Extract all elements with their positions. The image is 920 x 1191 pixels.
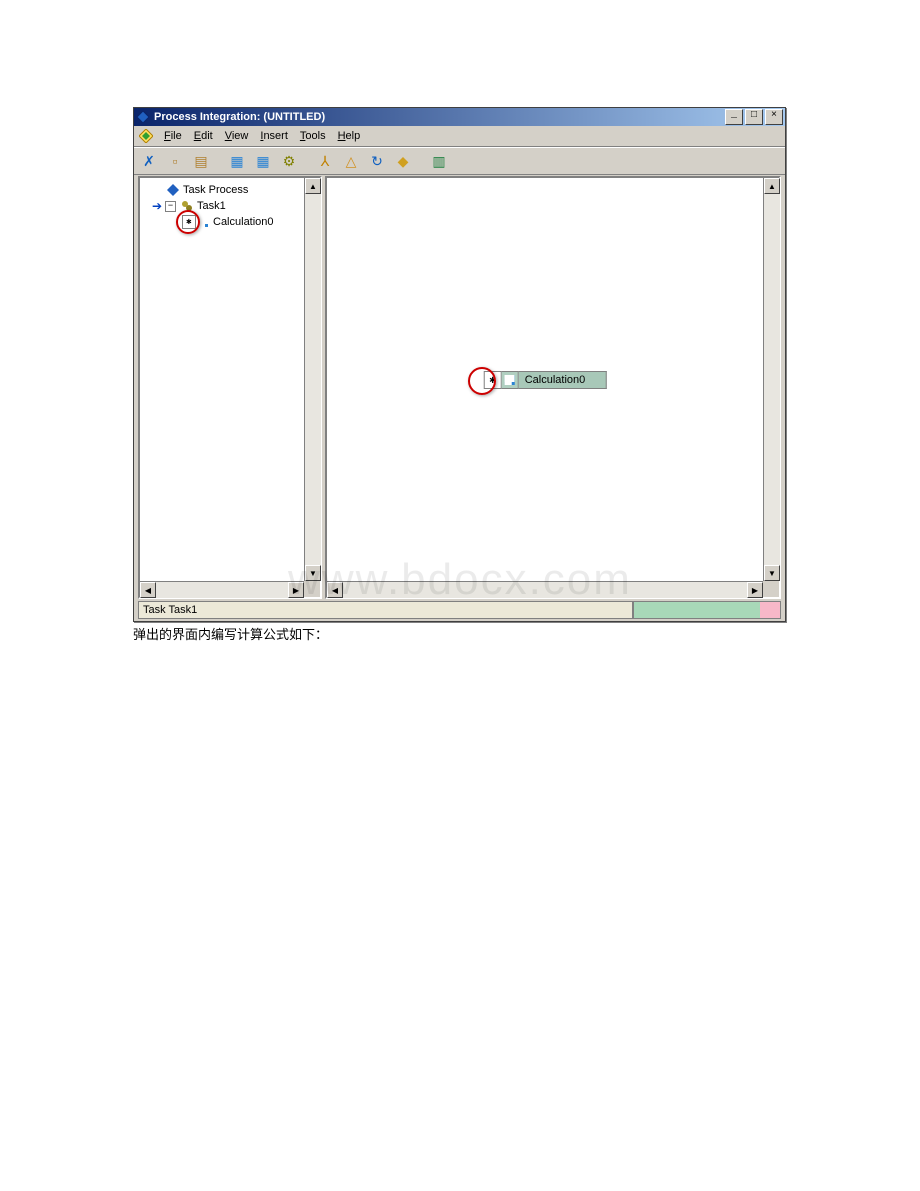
grid-icon[interactable]: ▦ (252, 150, 274, 172)
status-progress (633, 601, 781, 619)
window-title: Process Integration: (UNTITLED) (154, 111, 725, 123)
toolbar-separator (216, 151, 222, 171)
diamond-icon: ◆ (398, 154, 409, 168)
gears-icon (180, 199, 194, 213)
scroll-corner (763, 581, 779, 597)
save-icon: ▤ (194, 154, 207, 168)
scroll-track[interactable] (343, 582, 747, 598)
scroll-up-icon[interactable]: ▲ (764, 178, 780, 194)
menubar-app-icon (138, 128, 154, 144)
tree-node-label: Calculation0 (213, 216, 274, 228)
scroll-down-icon[interactable]: ▼ (764, 565, 780, 581)
node-port-icon[interactable]: ✱ (484, 371, 502, 389)
x-icon: ✗ (143, 154, 155, 168)
app-window: Process Integration: (UNTITLED) _ □ × Fi… (133, 107, 786, 622)
tree-node-task[interactable]: ➔ − Task1 (152, 198, 302, 214)
current-arrow-icon: ➔ (152, 200, 164, 212)
scroll-left-icon[interactable]: ◀ (140, 582, 156, 598)
canvas-vscroll[interactable]: ▲ ▼ (763, 178, 780, 581)
process-icon (166, 183, 180, 197)
tree-hscroll[interactable]: ◀ ▶ (140, 581, 304, 598)
tree-icon: ⅄ (321, 154, 330, 168)
canvas-hscroll[interactable]: ◀ ▶ (327, 581, 763, 598)
tree-vscroll[interactable]: ▲ ▼ (304, 178, 321, 581)
calc-grid-icon (196, 215, 210, 229)
canvas-pane: ✱ Calculation0 ▲ ▼ (325, 176, 781, 599)
canvas-node-calculation[interactable]: ✱ Calculation0 (484, 371, 607, 389)
refresh-icon: ↻ (371, 154, 383, 168)
tree-icon[interactable]: ⅄ (314, 150, 336, 172)
gears-icon[interactable]: ⚙ (278, 150, 300, 172)
new-icon: ▫ (173, 154, 178, 168)
maximize-button[interactable]: □ (745, 109, 763, 125)
scroll-right-icon[interactable]: ▶ (747, 582, 763, 598)
toolbar: ✗ ▫ ▤ ▦ ▦ ⚙ ⅄ △ ↻ ◆ ▥ (134, 147, 785, 175)
tree-node-root[interactable]: Task Process (166, 182, 302, 198)
status-text: Task Task1 (138, 601, 633, 619)
scroll-up-icon[interactable]: ▲ (305, 178, 321, 194)
diamond-icon[interactable]: ◆ (392, 150, 414, 172)
table-blue-icon: ▦ (230, 154, 243, 168)
chart-icon: ▥ (432, 154, 445, 168)
scroll-right-icon[interactable]: ▶ (288, 582, 304, 598)
refresh-icon[interactable]: ↻ (366, 150, 388, 172)
calc-port-icon: ✱ (182, 215, 196, 229)
toolbar-separator (418, 151, 424, 171)
scroll-track[interactable] (156, 582, 288, 598)
chart-icon[interactable]: ▥ (428, 150, 450, 172)
collapse-icon[interactable]: − (165, 201, 176, 212)
scroll-left-icon[interactable]: ◀ (327, 582, 343, 598)
x-icon[interactable]: ✗ (138, 150, 160, 172)
grid-icon: ▦ (256, 154, 269, 168)
workarea: Task Process ➔ − Task1 (138, 176, 781, 599)
statusbar: Task Task1 (138, 601, 781, 619)
minimize-button[interactable]: _ (725, 109, 743, 125)
tree-node-calc[interactable]: ✱ Calculation0 (182, 214, 302, 230)
caption-text: 弹出的界面内编写计算公式如下： (133, 624, 328, 643)
scroll-down-icon[interactable]: ▼ (305, 565, 321, 581)
tree-node-label: Task1 (197, 200, 226, 212)
help-menu[interactable]: Help (332, 128, 367, 144)
table-blue-icon[interactable]: ▦ (226, 150, 248, 172)
tree: Task Process ➔ − Task1 (140, 178, 304, 234)
close-button[interactable]: × (765, 109, 783, 125)
scroll-track[interactable] (305, 194, 321, 565)
gears-icon: ⚙ (283, 154, 296, 168)
toolbar-separator (304, 151, 310, 171)
new-icon[interactable]: ▫ (164, 150, 186, 172)
scroll-track[interactable] (764, 194, 780, 565)
tree2-icon: △ (346, 154, 357, 168)
insert-menu[interactable]: Insert (254, 128, 294, 144)
scroll-corner (304, 581, 320, 597)
node-type-icon (502, 371, 519, 389)
tree2-icon[interactable]: △ (340, 150, 362, 172)
node-label: Calculation0 (519, 371, 607, 389)
status-progress-tail (760, 602, 780, 618)
menubar: File Edit View Insert Tools Help (134, 126, 785, 147)
save-icon[interactable]: ▤ (190, 150, 212, 172)
file-menu[interactable]: File (158, 128, 188, 144)
canvas[interactable]: ✱ Calculation0 (327, 178, 763, 581)
view-menu[interactable]: View (219, 128, 255, 144)
edit-menu[interactable]: Edit (188, 128, 219, 144)
tools-menu[interactable]: Tools (294, 128, 332, 144)
tree-pane: Task Process ➔ − Task1 (138, 176, 322, 599)
app-icon (136, 110, 150, 124)
titlebar[interactable]: Process Integration: (UNTITLED) _ □ × (134, 108, 785, 126)
tree-node-label: Task Process (183, 184, 248, 196)
